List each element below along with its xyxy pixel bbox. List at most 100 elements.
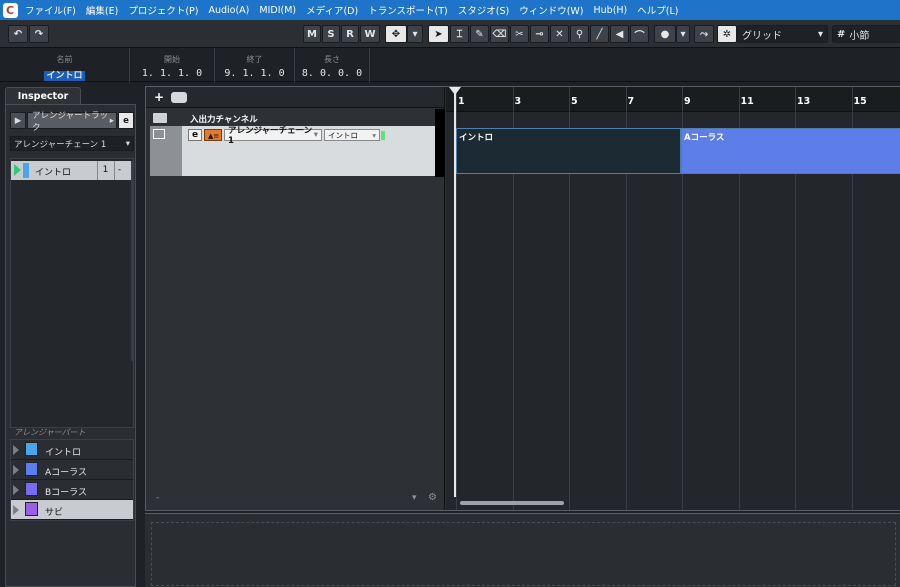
info-name-value[interactable]: イントロ bbox=[0, 68, 129, 81]
autoscroll-button[interactable]: ✥ bbox=[385, 25, 407, 43]
info-length: 長さ 8. 0. 0. 0 bbox=[295, 48, 370, 82]
zoom-tool[interactable]: ⚲ bbox=[570, 25, 589, 43]
edit-arranger-button[interactable]: e bbox=[188, 129, 202, 141]
info-start-value[interactable]: 1. 1. 1. 0 bbox=[130, 68, 214, 79]
lower-zone-dropzone bbox=[151, 522, 896, 586]
range-selection-tool[interactable]: ⌶ bbox=[450, 25, 469, 43]
info-start: 開始 1. 1. 1. 0 bbox=[130, 48, 215, 82]
add-track-from-template-button[interactable] bbox=[171, 92, 187, 103]
part-color-swatch bbox=[25, 482, 38, 496]
arranger-chain-selector[interactable]: アレンジャーチェーン 1 ▾ bbox=[224, 126, 322, 146]
track-list-menu-icon[interactable]: ▾ bbox=[412, 493, 417, 503]
menu-midi[interactable]: MIDI(M) bbox=[254, 5, 301, 16]
grid-type-select[interactable]: # 小節 bbox=[832, 25, 900, 43]
solo-state-button[interactable]: S bbox=[322, 25, 340, 43]
menu-help[interactable]: ヘルプ(L) bbox=[632, 3, 683, 17]
event-display[interactable]: 1 3 5 7 9 11 13 15 イントロ Aコーラス bbox=[446, 87, 900, 510]
track-list: + 入出力チャンネル e ▲≡ アレンジャーチェーン 1 ▾ イントロ ▾ - … bbox=[146, 87, 445, 510]
chevron-down-icon: ▾ bbox=[412, 28, 418, 40]
part-name: Bコーラス bbox=[45, 488, 87, 498]
play-part-icon bbox=[13, 465, 19, 475]
track-row-arranger[interactable]: e ▲≡ アレンジャーチェーン 1 ▾ イントロ ▾ bbox=[150, 126, 435, 176]
chevron-down-icon: ▾ bbox=[680, 28, 686, 40]
arranger-chain-select[interactable]: アレンジャーチェーン 1 ▾ bbox=[10, 136, 134, 151]
app-logo[interactable]: C bbox=[0, 0, 20, 20]
pointer-icon: ➤ bbox=[434, 28, 443, 40]
menu-hub[interactable]: Hub(H) bbox=[589, 5, 633, 16]
snap-toggle-button[interactable]: ⤳ bbox=[694, 25, 714, 43]
ruler-bar-number: 3 bbox=[514, 96, 522, 107]
settings-gear-icon[interactable]: ⚙ bbox=[428, 492, 437, 503]
arranger-part-row[interactable]: Bコーラス bbox=[11, 480, 133, 500]
edit-track-button[interactable]: e bbox=[118, 112, 134, 129]
info-start-label: 開始 bbox=[164, 55, 180, 64]
autoscroll-dropdown[interactable]: ▾ bbox=[407, 25, 423, 43]
menu-transport[interactable]: トランスポート(T) bbox=[363, 3, 453, 17]
zoom-minus[interactable]: - bbox=[156, 493, 159, 503]
snap-mode-select[interactable]: グリッド ▾ bbox=[737, 25, 828, 43]
glue-tool[interactable]: ⊸ bbox=[530, 25, 549, 43]
menu-studio[interactable]: スタジオ(S) bbox=[453, 3, 514, 17]
write-automation-button[interactable]: W bbox=[360, 25, 380, 43]
ruler-bar-number: 1 bbox=[458, 96, 465, 107]
autoscroll-icon: ✥ bbox=[391, 28, 401, 40]
grid-type-value: 小節 bbox=[849, 30, 870, 42]
arranger-part-row[interactable]: Aコーラス bbox=[11, 460, 133, 480]
inspector-tab[interactable]: Inspector bbox=[5, 87, 81, 105]
timeline-arranger-part[interactable]: イントロ bbox=[456, 128, 681, 174]
info-end-label: 終了 bbox=[246, 55, 263, 64]
info-end-value[interactable]: 9. 1. 1. 0 bbox=[215, 68, 294, 79]
draw-tool[interactable]: ✎ bbox=[470, 25, 489, 43]
horizontal-scrollbar[interactable] bbox=[460, 501, 564, 505]
activate-arranger-mode-button[interactable]: ▲≡ bbox=[204, 129, 222, 141]
arranger-part-selector[interactable]: イントロ ▾ bbox=[324, 129, 380, 141]
mute-tool[interactable]: ✕ bbox=[550, 25, 569, 43]
ruler-bar-number: 15 bbox=[853, 96, 867, 107]
menu-edit[interactable]: 編集(E) bbox=[81, 3, 123, 17]
ruler-bar-number: 9 bbox=[684, 96, 691, 107]
arranger-part-row-selected[interactable]: サビ bbox=[11, 500, 133, 520]
arranger-chain-list: イントロ 1 - bbox=[10, 158, 134, 428]
snap-icon: ⤳ bbox=[700, 28, 708, 40]
menu-project[interactable]: プロジェクト(P) bbox=[123, 3, 203, 17]
menu-audio[interactable]: Audio(A) bbox=[203, 5, 254, 16]
timeline-part-label: イントロ bbox=[459, 133, 494, 143]
arranger-chain-selector-value: アレンジャーチェーン 1 bbox=[228, 126, 313, 146]
play-tool[interactable]: ◀ bbox=[610, 25, 629, 43]
redo-button[interactable]: ↷ bbox=[29, 25, 49, 43]
menu-bar: C ファイル(F) 編集(E) プロジェクト(P) Audio(A) MIDI(… bbox=[0, 0, 900, 20]
timeline-arranger-part[interactable]: Aコーラス bbox=[681, 128, 900, 174]
mute-state-button[interactable]: M bbox=[303, 25, 321, 43]
arranger-part-row[interactable]: イントロ bbox=[11, 440, 133, 460]
track-name-text: アレンジャートラック bbox=[32, 110, 109, 133]
color-menu-dropdown[interactable]: ▾ bbox=[676, 25, 690, 43]
add-track-button[interactable]: + bbox=[152, 91, 166, 104]
ruler-bar-number: 11 bbox=[740, 96, 754, 107]
info-length-value[interactable]: 8. 0. 0. 0 bbox=[295, 68, 369, 79]
menu-file[interactable]: ファイル(F) bbox=[20, 3, 81, 17]
undo-button[interactable]: ↶ bbox=[8, 25, 28, 43]
info-line: 名前 イントロ 開始 1. 1. 1. 0 終了 9. 1. 1. 0 長さ 8… bbox=[0, 48, 900, 82]
chain-scrollbar[interactable] bbox=[131, 161, 134, 361]
line-icon: ╱ bbox=[596, 28, 603, 40]
read-automation-button[interactable]: R bbox=[341, 25, 359, 43]
chain-entry-row[interactable]: イントロ 1 - bbox=[11, 161, 131, 180]
snap-type-button[interactable]: ✲ bbox=[717, 25, 737, 43]
chain-entry-dash[interactable]: - bbox=[114, 161, 124, 180]
playhead-marker-icon[interactable] bbox=[449, 87, 461, 95]
split-tool[interactable]: ✂ bbox=[510, 25, 529, 43]
line-tool[interactable]: ╱ bbox=[590, 25, 609, 43]
chain-entry-repeat[interactable]: 1 bbox=[97, 161, 113, 180]
glue-icon: ⊸ bbox=[535, 28, 544, 40]
expand-section-button[interactable]: ▶ bbox=[10, 112, 26, 129]
erase-tool[interactable]: ⌫ bbox=[490, 25, 509, 43]
color-tool[interactable]: ⌒ bbox=[630, 25, 649, 43]
menu-media[interactable]: メディア(D) bbox=[301, 3, 363, 17]
part-color-swatch bbox=[25, 462, 38, 476]
inspector-body: ▶ アレンジャートラック ▸ e アレンジャーチェーン 1 ▾ イントロ 1 -… bbox=[5, 104, 136, 587]
menu-window[interactable]: ウィンドウ(W) bbox=[514, 3, 588, 17]
inspector-track-name[interactable]: アレンジャートラック ▸ bbox=[27, 111, 117, 133]
color-menu-button[interactable]: ● bbox=[654, 25, 676, 43]
track-row-io[interactable]: 入出力チャンネル bbox=[150, 111, 435, 125]
object-selection-tool[interactable]: ➤ bbox=[428, 25, 449, 43]
